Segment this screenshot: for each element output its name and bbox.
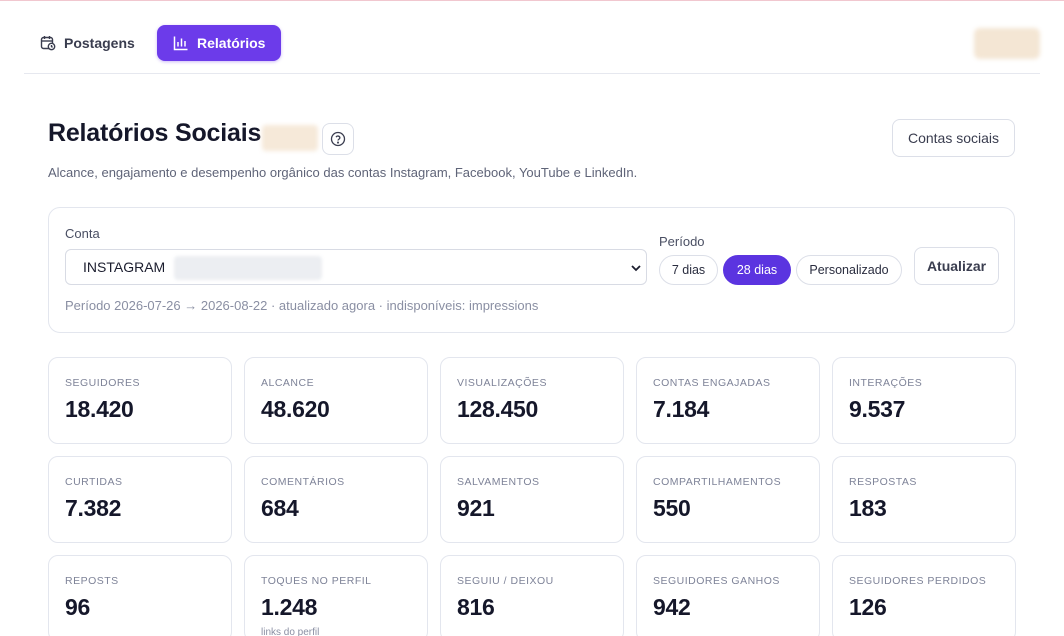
metric-card-salvamentos: SALVAMENTOS 921: [440, 456, 624, 543]
period-meta: Período 2026-07-26 → 2026-08-22 · atuali…: [65, 298, 539, 313]
period-custom[interactable]: Personalizado: [796, 255, 902, 285]
metric-label: INTERAÇÕES: [849, 377, 923, 389]
metric-label: VISUALIZAÇÕES: [457, 377, 547, 389]
metric-value: 18.420: [65, 396, 134, 422]
metrics-grid: SEGUIDORES 18.420 ALCANCE 48.620 VISUALI…: [48, 357, 1016, 636]
metric-value: 183: [849, 495, 887, 521]
metric-label: COMPARTILHAMENTOS: [653, 476, 782, 488]
metric-card-toques-no-perfil: TOQUES NO PERFIL 1.248 links do perfil: [244, 555, 428, 636]
redacted-account-name: [262, 125, 318, 151]
metric-label: SEGUIDORES: [65, 377, 141, 389]
metric-card-seguiu-deixou: SEGUIU / DEIXOU 816: [440, 555, 624, 636]
redacted-account-handle: [174, 256, 322, 280]
filters-panel: Conta INSTAGRAM Período 7 dias 28 dias P…: [48, 207, 1015, 333]
help-button[interactable]: [322, 123, 354, 155]
metric-label: SEGUIDORES GANHOS: [653, 575, 780, 587]
metric-note: links do perfil: [261, 627, 320, 636]
metric-value: 128.450: [457, 396, 539, 422]
metric-card-comentarios: COMENTÁRIOS 684: [244, 456, 428, 543]
metric-value: 550: [653, 495, 691, 521]
metric-value: 1.248: [261, 594, 318, 620]
metric-value: 7.184: [653, 396, 710, 422]
metric-card-respostas: RESPOSTAS 183: [832, 456, 1016, 543]
metric-card-seguidores: SEGUIDORES 18.420: [48, 357, 232, 444]
account-label: Conta: [65, 226, 100, 241]
metric-label: COMENTÁRIOS: [261, 476, 345, 488]
bar-chart-icon: [173, 36, 188, 51]
metric-card-visualizacoes: VISUALIZAÇÕES 128.450: [440, 357, 624, 444]
nav-postagens[interactable]: Postagens: [24, 25, 151, 61]
metric-label: SEGUIU / DEIXOU: [457, 575, 554, 587]
metric-card-contas-engajadas: CONTAS ENGAJADAS 7.184: [636, 357, 820, 444]
metric-label: ALCANCE: [261, 377, 315, 389]
nav-relatorios-label: Relatórios: [197, 35, 266, 51]
metric-value: 942: [653, 594, 691, 620]
metric-card-reposts: REPOSTS 96: [48, 555, 232, 636]
social-accounts-button[interactable]: Contas sociais: [892, 119, 1015, 157]
metric-value: 7.382: [65, 495, 122, 521]
metric-value: 684: [261, 495, 299, 521]
metric-card-compartilhamentos: COMPARTILHAMENTOS 550: [636, 456, 820, 543]
nav-postagens-label: Postagens: [64, 35, 135, 51]
metric-label: CURTIDAS: [65, 476, 123, 488]
metric-label: RESPOSTAS: [849, 476, 917, 488]
user-avatar[interactable]: [974, 28, 1040, 59]
metric-label: SEGUIDORES PERDIDOS: [849, 575, 987, 587]
chevron-down-icon: [631, 265, 641, 272]
account-select[interactable]: INSTAGRAM: [65, 249, 647, 285]
period-label: Período: [659, 234, 705, 249]
calendar-clock-icon: [40, 36, 56, 51]
metric-value: 96: [65, 594, 90, 620]
metric-value: 921: [457, 495, 495, 521]
metric-label: SALVAMENTOS: [457, 476, 540, 488]
metric-card-curtidas: CURTIDAS 7.382: [48, 456, 232, 543]
page-subtitle: Alcance, engajamento e desempenho orgâni…: [48, 165, 638, 180]
help-circle-icon: [330, 131, 346, 147]
metric-value: 9.537: [849, 396, 906, 422]
metric-label: REPOSTS: [65, 575, 119, 587]
page-title: Relatórios Sociais: [48, 119, 262, 147]
metric-card-interacoes: INTERAÇÕES 9.537: [832, 357, 1016, 444]
metric-card-alcance: ALCANCE 48.620: [244, 357, 428, 444]
metric-label: TOQUES NO PERFIL: [261, 575, 372, 587]
metric-card-seguidores-ganhos: SEGUIDORES GANHOS 942: [636, 555, 820, 636]
metric-card-seguidores-perdidos: SEGUIDORES PERDIDOS 126: [832, 555, 1016, 636]
refresh-button[interactable]: Atualizar: [914, 247, 999, 285]
account-select-value: INSTAGRAM: [83, 259, 166, 275]
period-7-days[interactable]: 7 dias: [659, 255, 718, 285]
metric-value: 816: [457, 594, 495, 620]
top-nav: Postagens Relatórios: [24, 1, 1040, 74]
metric-label: CONTAS ENGAJADAS: [653, 377, 771, 389]
period-28-days[interactable]: 28 dias: [723, 255, 791, 285]
metric-value: 48.620: [261, 396, 330, 422]
nav-relatorios[interactable]: Relatórios: [157, 25, 282, 61]
metric-value: 126: [849, 594, 887, 620]
